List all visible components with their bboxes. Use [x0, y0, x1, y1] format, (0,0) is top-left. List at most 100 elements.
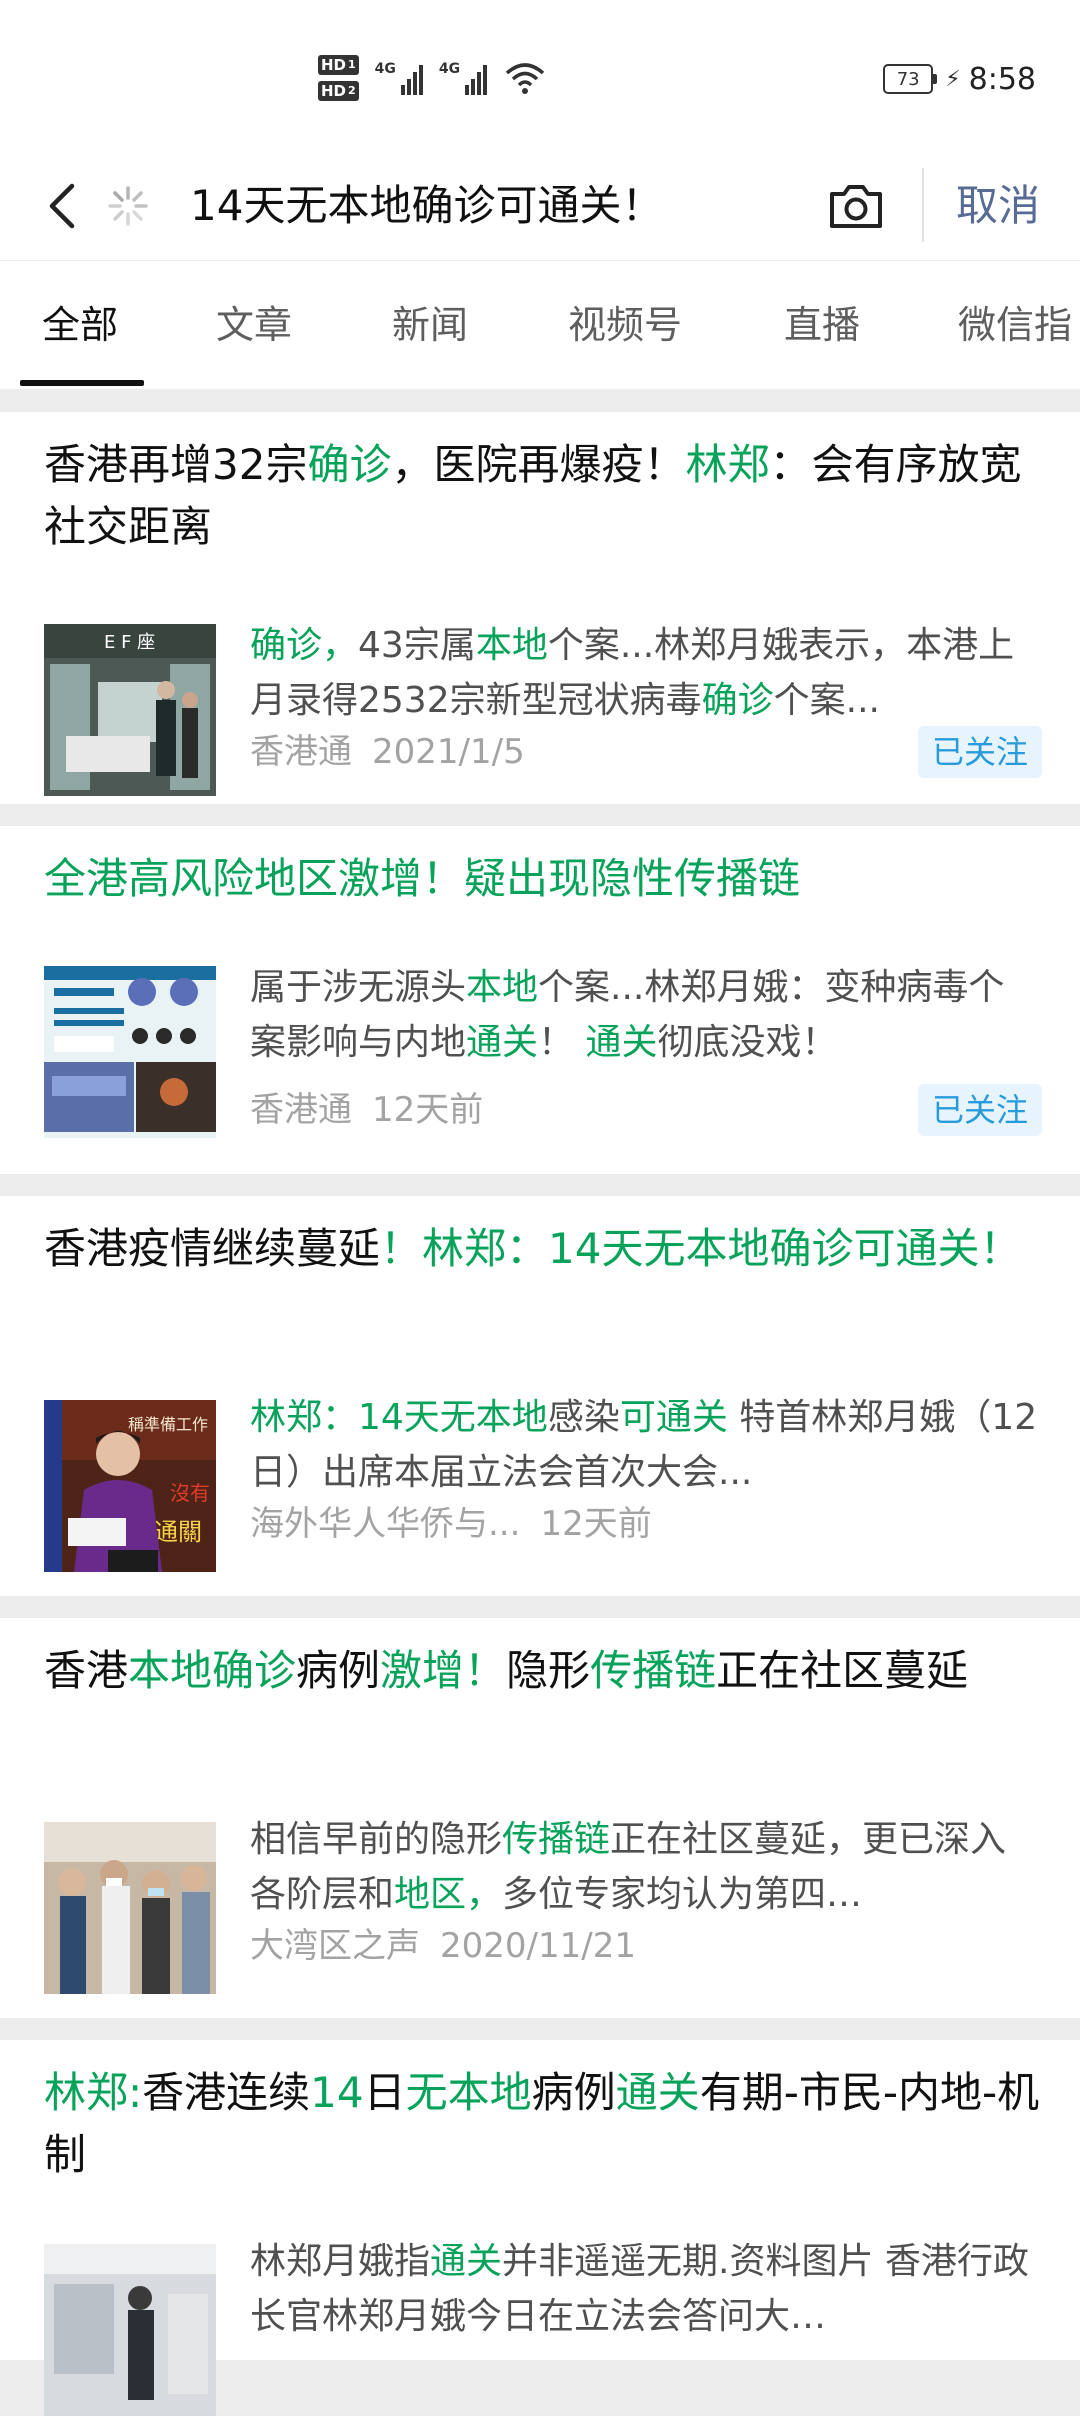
signal-2-icon: 4G	[439, 61, 488, 95]
result-thumbnail	[44, 1822, 216, 1994]
result-meta: 香港通 12天前	[250, 1084, 483, 1136]
highlighted-keyword: 无本地	[405, 2068, 532, 2117]
highlighted-keyword: ！林郑：14天无本地确诊可通关！	[380, 1224, 1022, 1273]
text-segment: 林郑月娥指	[250, 2241, 431, 2282]
result-card[interactable]: 林郑:香港连续14日无本地病例通关有期-市民-内地-机制 林郑月娥指通关并非遥遥…	[0, 2040, 1080, 2416]
result-meta: 大湾区之声 2020/11/21	[250, 1920, 636, 1972]
filter-tabs: 全部 文章 新闻 视频号 直播 微信指	[0, 260, 1080, 389]
hd1-icon: HD 1	[318, 55, 359, 75]
highlighted-keyword: 林郑:	[44, 2068, 143, 2117]
result-thumbnail: 稱準備工作 沒有 通關	[44, 1400, 216, 1572]
result-thumbnail	[44, 966, 216, 1138]
highlighted-keyword: 通关	[430, 2241, 503, 2282]
result-date: 12天前	[372, 1090, 484, 1130]
highlighted-keyword: 确诊，	[250, 625, 359, 666]
result-snippet: 属于涉无源头本地个案...林郑月娥：变种病毒个案影响与内地通关！ 通关彻底没戏！	[250, 960, 1040, 1070]
text-segment: 正在社区蔓延	[716, 1646, 969, 1695]
followed-badge: 已关注	[917, 726, 1042, 778]
highlighted-keyword: 传播链	[502, 1819, 611, 1860]
result-title: 香港疫情继续蔓延！林郑：14天无本地确诊可通关！	[44, 1218, 1044, 1280]
text-segment: 43宗属	[358, 625, 476, 666]
highlighted-keyword: 可通关	[619, 1397, 728, 1438]
highlighted-keyword: 全港高风险地区激增！疑出现隐性传播链	[44, 854, 801, 903]
search-bar: 14天无本地确诊可通关！ 取消	[0, 150, 1080, 260]
back-arrow-icon[interactable]	[36, 176, 96, 236]
clock: 8:58	[968, 61, 1036, 97]
cancel-button[interactable]: 取消	[956, 176, 1040, 236]
text-segment: 隐形	[506, 1646, 591, 1695]
camera-icon[interactable]	[824, 176, 888, 236]
result-thumbnail	[44, 2244, 216, 2416]
result-source: 香港通	[250, 732, 352, 772]
highlighted-keyword: 地区，	[394, 1874, 503, 1915]
highlighted-keyword: 通关	[466, 1022, 539, 1063]
followed-badge: 已关注	[917, 1084, 1042, 1136]
result-snippet: 相信早前的隐形传播链正在社区蔓延，更已深入各阶层和地区，多位专家均认为第四…	[250, 1812, 1040, 1922]
result-snippet: 确诊，43宗属本地个案...林郑月娥表示，本港上月录得2532宗新型冠状病毒确诊…	[250, 618, 1040, 728]
text-segment: 相信早前的隐形	[250, 1819, 503, 1860]
text-segment: 彻底没戏！	[657, 1022, 838, 1063]
thumb-caption: 稱準備工作	[128, 1415, 208, 1434]
tab-channels[interactable]: 视频号	[568, 261, 682, 389]
thumb-caption: 通關	[154, 1518, 202, 1546]
search-input[interactable]: 14天无本地确诊可通关！	[190, 176, 663, 236]
result-card[interactable]: 全港高风险地区激增！疑出现隐性传播链 属于涉无源头本地个案...林郑月娥：变种病…	[0, 826, 1080, 1174]
text-segment: 病例	[296, 1646, 381, 1695]
result-source: 海外华人华侨与...	[250, 1504, 521, 1544]
tab-live[interactable]: 直播	[784, 261, 860, 389]
highlighted-keyword: 本地确诊	[128, 1646, 297, 1695]
result-source: 大湾区之声	[250, 1926, 420, 1966]
text-segment: 香港	[44, 1646, 129, 1695]
result-title: 香港本地确诊病例激增！隐形传播链正在社区蔓延	[44, 1640, 1044, 1702]
highlighted-keyword: 通关	[615, 2068, 700, 2117]
tab-all[interactable]: 全部	[42, 261, 118, 389]
result-title: 香港再增32宗确诊，医院再爆疫！林郑：会有序放宽社交距离	[44, 434, 1044, 558]
result-title: 林郑:香港连续14日无本地病例通关有期-市民-内地-机制	[44, 2062, 1044, 2186]
text-segment: 日	[363, 2068, 406, 2117]
result-thumbnail: E F 座	[44, 624, 216, 796]
highlighted-keyword: 激增！	[380, 1646, 507, 1695]
wifi-icon	[505, 63, 545, 94]
text-segment: 香港再增32宗	[44, 440, 308, 489]
thumb-caption: 沒有	[170, 1481, 210, 1505]
text-segment: 香港疫情继续蔓延	[44, 1224, 381, 1273]
text-segment: 感染	[547, 1397, 620, 1438]
highlighted-keyword: 14	[310, 2068, 364, 2117]
battery-icon: 73	[883, 64, 938, 94]
hd2-icon: HD 2	[318, 81, 359, 101]
loading-spinner-icon	[108, 186, 148, 226]
text-segment: 属于涉无源头	[250, 967, 467, 1008]
result-date: 2020/11/21	[440, 1926, 636, 1966]
highlighted-keyword: 林郑：14天无本地	[250, 1397, 548, 1438]
divider	[922, 168, 924, 242]
result-title: 全港高风险地区激增！疑出现隐性传播链	[44, 848, 1044, 910]
tab-news[interactable]: 新闻	[392, 261, 468, 389]
result-card[interactable]: 香港再增32宗确诊，医院再爆疫！林郑：会有序放宽社交距离 E F 座 确诊，43…	[0, 412, 1080, 804]
signal-1-icon: 4G	[375, 61, 423, 95]
signal-area: HD 1 HD 2 4G 4G	[318, 46, 545, 110]
text-segment: ，医院再爆疫！	[391, 440, 686, 489]
highlighted-keyword: 林郑	[685, 440, 770, 489]
highlighted-keyword: 本地	[475, 625, 548, 666]
active-tab-indicator	[20, 380, 144, 386]
result-card[interactable]: 香港疫情继续蔓延！林郑：14天无本地确诊可通关！ 稱準備工作 沒有 通關 林郑：…	[0, 1196, 1080, 1596]
result-snippet: 林郑：14天无本地感染可通关 特首林郑月娥（12日）出席本届立法会首次大会...	[250, 1390, 1040, 1500]
text-segment: ！	[538, 1022, 586, 1063]
result-date: 2021/1/5	[372, 732, 525, 772]
result-snippet: 林郑月娥指通关并非遥遥无期.资料图片 香港行政长官林郑月娥今日在立法会答问大…	[250, 2234, 1040, 2344]
highlighted-keyword: 传播链	[590, 1646, 717, 1695]
highlighted-keyword: 确诊	[307, 440, 392, 489]
status-right: 73 ⚡ 8:58	[883, 56, 1036, 102]
text-segment: 多位专家均认为第四…	[502, 1874, 863, 1915]
result-meta: 香港通 2021/1/5	[250, 726, 525, 778]
charging-icon: ⚡	[945, 66, 961, 92]
result-date: 12天前	[540, 1504, 652, 1544]
tab-wechat-index[interactable]: 微信指	[958, 261, 1072, 389]
highlighted-keyword: 本地	[466, 967, 539, 1008]
svg-text:E F 座: E F 座	[104, 632, 155, 653]
text-segment: 个案...	[773, 680, 880, 721]
tab-articles[interactable]: 文章	[216, 261, 292, 389]
text-segment: 香港连续	[142, 2068, 311, 2117]
status-bar: HD 1 HD 2 4G 4G 73 ⚡ 8:58	[0, 0, 1080, 150]
result-card[interactable]: 香港本地确诊病例激增！隐形传播链正在社区蔓延 相信早前的隐形传播链正在社区蔓延，…	[0, 1618, 1080, 2018]
